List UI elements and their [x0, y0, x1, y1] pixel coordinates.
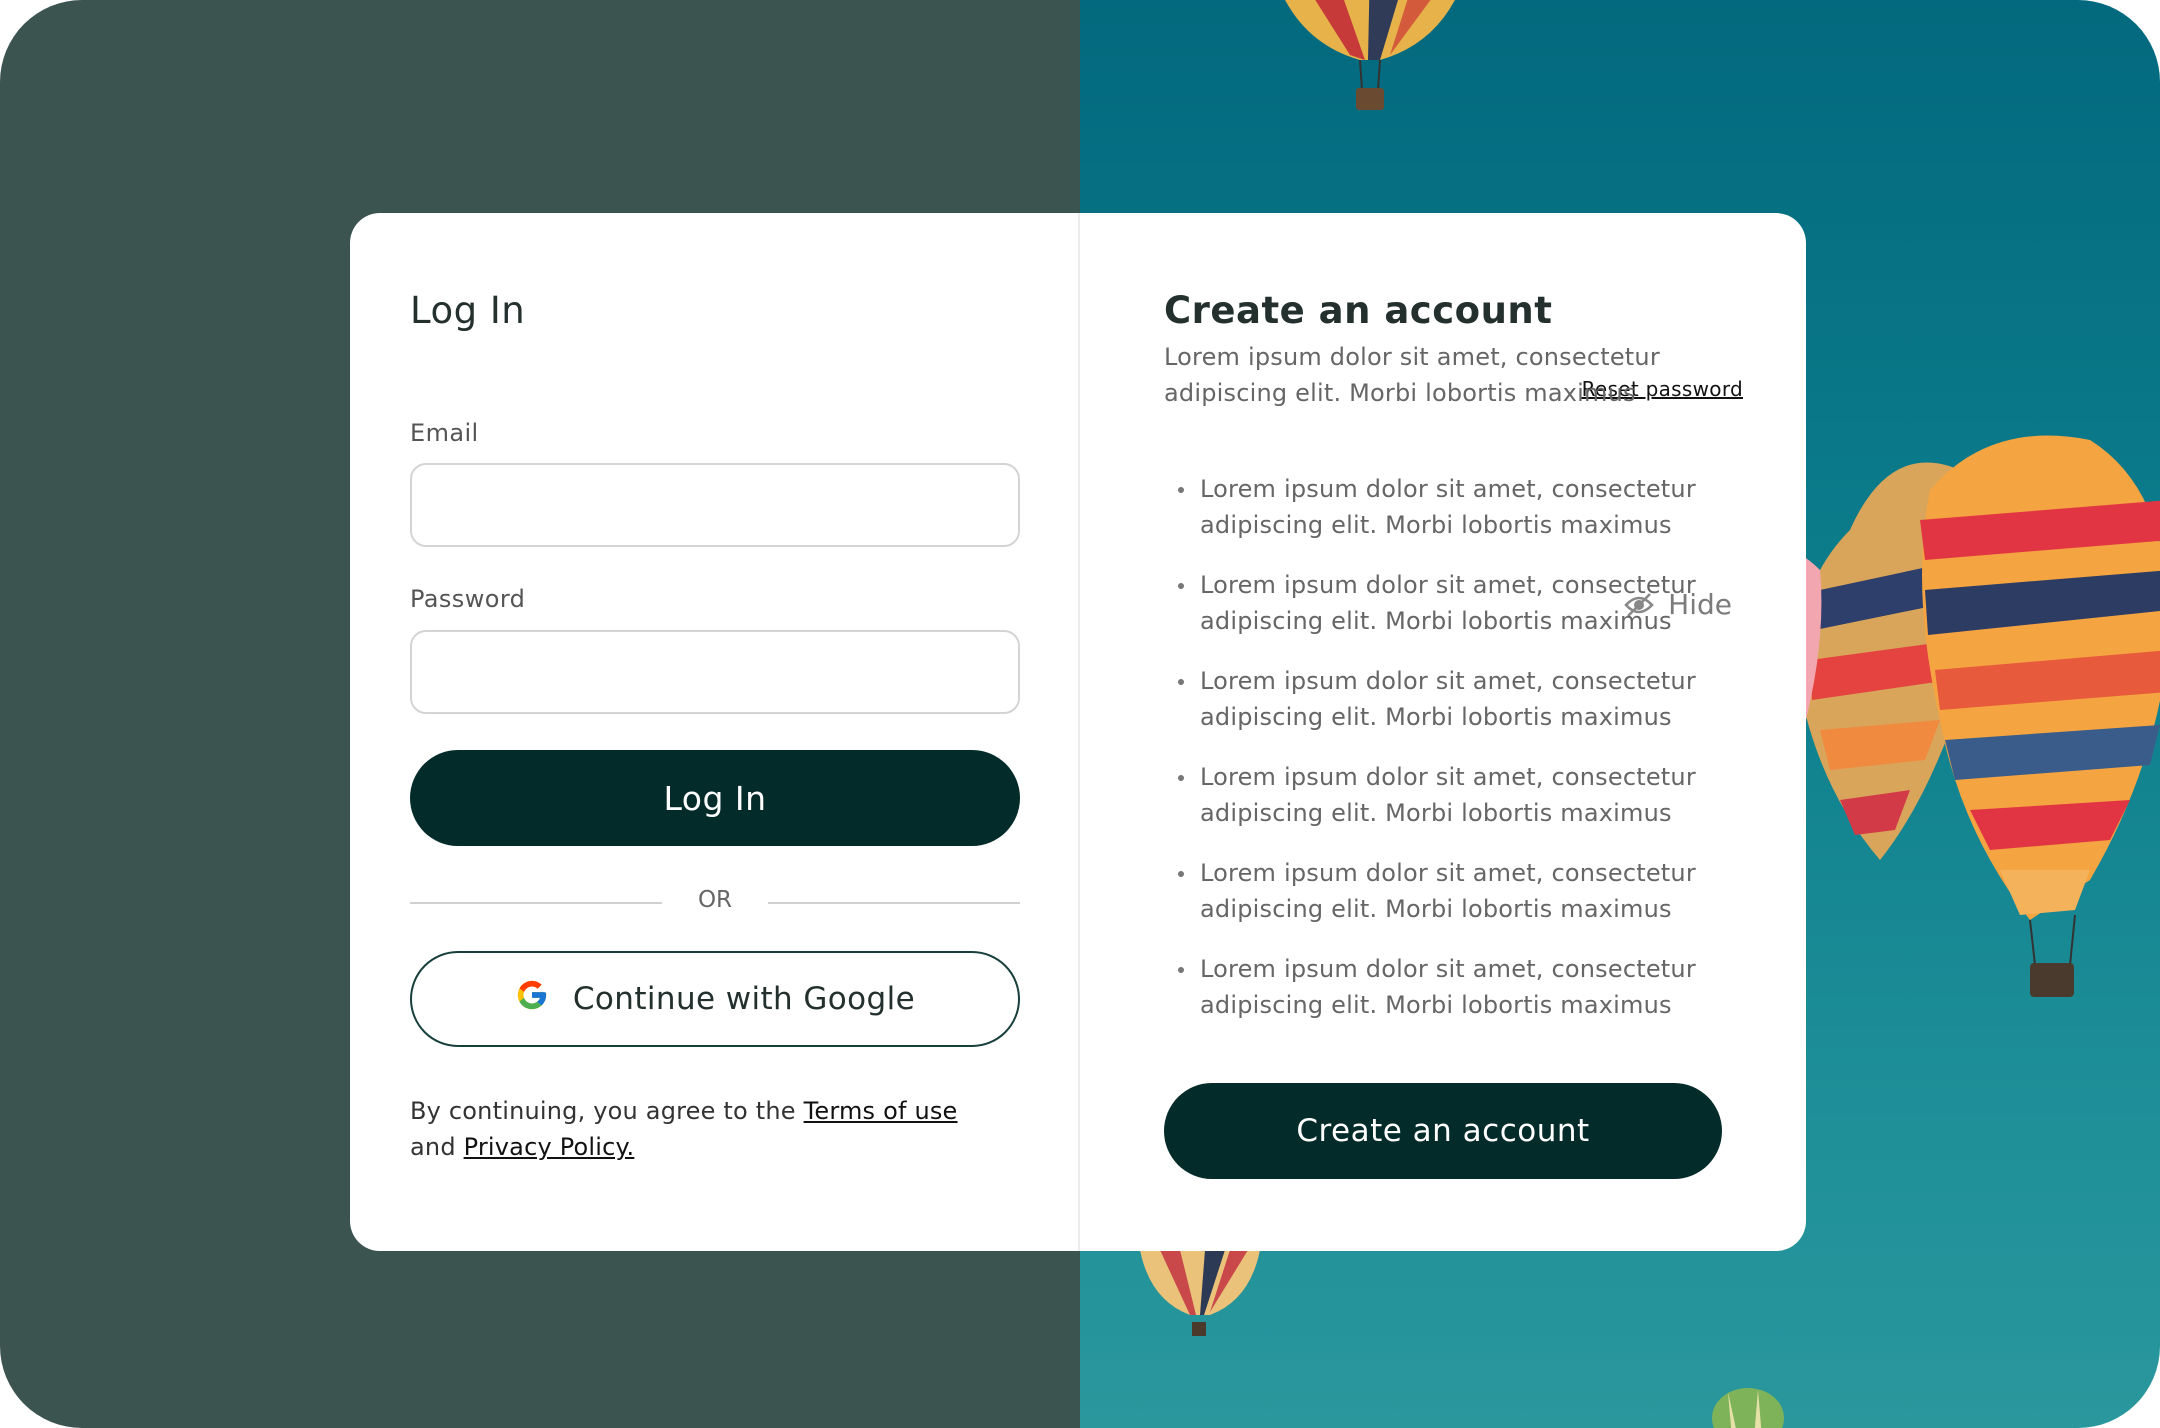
terms-of-use-link[interactable]: Terms of use — [804, 1097, 958, 1125]
privacy-policy-link[interactable]: Privacy Policy. — [464, 1133, 635, 1161]
terms-and: and — [410, 1133, 464, 1161]
bullet-dot-icon — [1178, 679, 1184, 685]
panel-divider — [1078, 213, 1080, 1251]
or-separator: OR — [410, 883, 1020, 923]
list-item-text: Lorem ipsum dolor sit amet, consectetur … — [1200, 955, 1696, 1019]
list-item: Lorem ipsum dolor sit amet, consectetur … — [1164, 951, 1724, 1047]
separator-line — [768, 902, 1020, 904]
or-label: OR — [697, 887, 733, 913]
terms-notice: By continuing, you agree to the Terms of… — [410, 1093, 958, 1165]
hot-air-balloon-image — [1140, 1250, 1260, 1336]
create-account-title: Create an account — [1164, 289, 1553, 332]
benefits-list: Lorem ipsum dolor sit amet, consectetur … — [1164, 471, 1724, 1047]
list-item-text: Lorem ipsum dolor sit amet, consectetur … — [1200, 763, 1696, 827]
continue-with-google-button[interactable]: Continue with Google — [410, 951, 1020, 1047]
list-item: Lorem ipsum dolor sit amet, consectetur … — [1164, 663, 1724, 759]
list-item: Lorem ipsum dolor sit amet, consectetur … — [1164, 471, 1724, 567]
list-item-text: Lorem ipsum dolor sit amet, consectetur … — [1200, 475, 1696, 539]
login-button[interactable]: Log In — [410, 750, 1020, 846]
create-account-button[interactable]: Create an account — [1164, 1083, 1722, 1179]
bullet-dot-icon — [1178, 583, 1184, 589]
list-item-text: Lorem ipsum dolor sit amet, consectetur … — [1200, 571, 1696, 635]
terms-prefix: By continuing, you agree to the — [410, 1097, 804, 1125]
auth-card: Log In Reset password Email Password Hid… — [350, 213, 1806, 1251]
list-item-text: Lorem ipsum dolor sit amet, consectetur … — [1200, 859, 1696, 923]
hot-air-balloon-image — [1712, 1388, 1784, 1428]
hot-air-balloon-image — [1285, 0, 1455, 110]
google-button-label: Continue with Google — [572, 981, 916, 1017]
list-item-text: Lorem ipsum dolor sit amet, consectetur … — [1200, 667, 1696, 731]
bullet-dot-icon — [1178, 487, 1184, 493]
bullet-dot-icon — [1178, 775, 1184, 781]
login-title: Log In — [410, 289, 526, 332]
list-item: Lorem ipsum dolor sit amet, consectetur … — [1164, 759, 1724, 855]
list-item: Lorem ipsum dolor sit amet, consectetur … — [1164, 567, 1724, 663]
create-account-description: Lorem ipsum dolor sit amet, consectetur … — [1164, 343, 1660, 407]
page-frame: Log In Reset password Email Password Hid… — [0, 0, 2160, 1428]
bullet-dot-icon — [1178, 967, 1184, 973]
password-field[interactable] — [410, 630, 1020, 714]
google-icon — [515, 978, 549, 1020]
email-field[interactable] — [410, 463, 1020, 547]
bullet-dot-icon — [1178, 871, 1184, 877]
password-label: Password — [410, 585, 526, 613]
list-item: Lorem ipsum dolor sit amet, consectetur … — [1164, 855, 1724, 951]
email-label: Email — [410, 419, 479, 447]
